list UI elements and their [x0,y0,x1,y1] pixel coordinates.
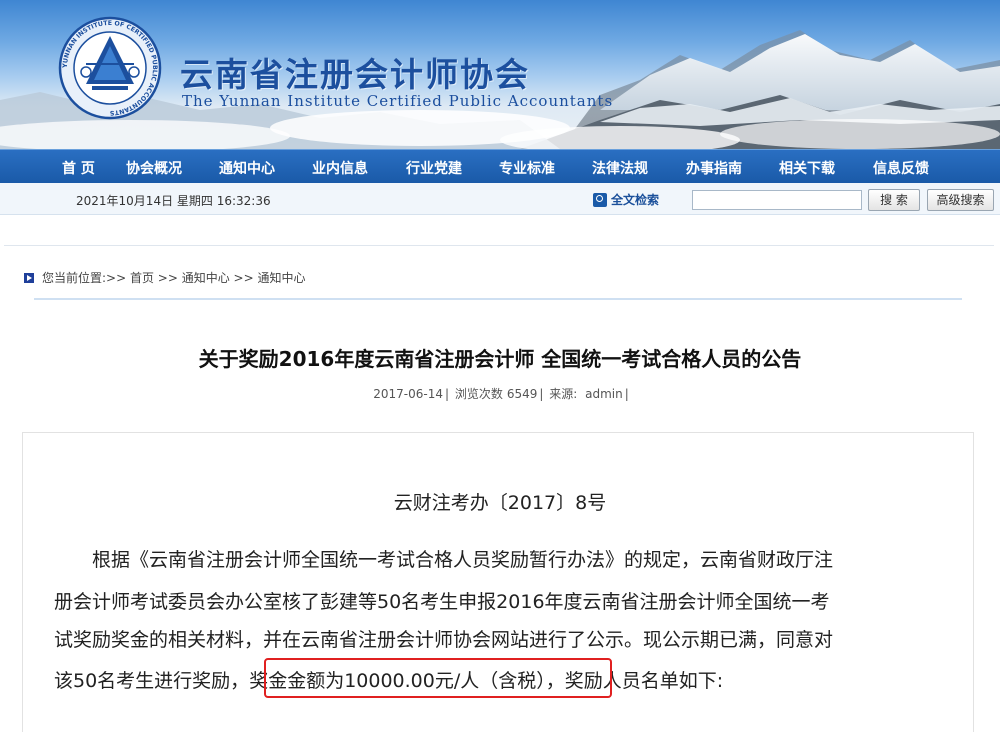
fulltext-search-label: 全文检索 [611,193,660,207]
nav-item-home[interactable]: 首 页 [62,158,95,178]
breadcrumb: 您当前位置:>> 首页 >> 通知中心 >> 通知中心 [24,269,305,286]
nav-item-party[interactable]: 行业党建 [406,158,462,178]
nav-item-standards[interactable]: 专业标准 [499,158,555,178]
views-label: 浏览次数 [454,387,503,401]
institute-logo[interactable]: YUNNAN INSTITUTE OF CERTIFIED PUBLIC ACC… [56,14,164,122]
site-name-en: The Yunnan Institute Certified Public Ac… [182,92,614,110]
views-count: 6549 [506,387,538,401]
top-bar: 2021年10月14日 星期四 16:32:36 全文检索 搜 索 高级搜索 [0,183,1000,215]
advanced-search-button[interactable]: 高级搜索 [927,189,994,211]
breadcrumb-divider [34,298,962,300]
main-nav: 首 页 协会概况 通知中心 业内信息 行业党建 专业标准 法律法规 办事指南 相… [0,149,1000,183]
fulltext-search-link[interactable]: 全文检索 [593,191,659,208]
nav-item-feedback[interactable]: 信息反馈 [873,158,929,178]
search-button[interactable]: 搜 索 [868,189,920,211]
article-title: 关于奖励2016年度云南省注册会计师 全国统一考试合格人员的公告 [198,347,802,371]
article-line-4-start: 该50名考生进行奖励， [54,670,250,692]
location-pin-icon [24,273,34,283]
article-meta: 2017-06-14 | 浏览次数 6549 | 来源: admin | [373,387,629,401]
document-number: 云财注考办〔2017〕8号 [393,492,607,514]
article-line-3: 试奖励奖金的相关材料，并在云南省注册会计师协会网站进行了公示。现公示期已满，同意… [54,629,834,651]
site-banner: YUNNAN INSTITUTE OF CERTIFIED PUBLIC ACC… [0,0,1000,149]
site-name-zh: 云南省注册会计师协会 [180,55,530,94]
current-datetime: 2021年10月14日 星期四 16:32:36 [76,194,271,208]
award-amount-highlight [264,658,612,698]
article-date: 2017-06-14 [373,387,443,401]
search-icon [593,193,607,207]
breadcrumb-text[interactable]: 您当前位置:>> 首页 >> 通知中心 >> 通知中心 [42,271,305,285]
nav-item-laws[interactable]: 法律法规 [592,158,648,178]
source-label: 来源: [549,387,578,401]
nav-item-industry[interactable]: 业内信息 [312,158,368,178]
nav-item-notices[interactable]: 通知中心 [219,158,275,178]
nav-item-guide[interactable]: 办事指南 [686,158,742,178]
nav-item-downloads[interactable]: 相关下载 [779,158,835,178]
article-line-2: 册会计师考试委员会办公室核了彭建等50名考生申报2016年度云南省注册会计师全国… [54,591,830,613]
search-input[interactable] [692,190,862,210]
article-line-1: 根据《云南省注册会计师全国统一考试合格人员奖励暂行办法》的规定，云南省财政厅注 [54,549,834,571]
source-value: admin [585,387,623,401]
nav-item-about[interactable]: 协会概况 [126,158,182,178]
